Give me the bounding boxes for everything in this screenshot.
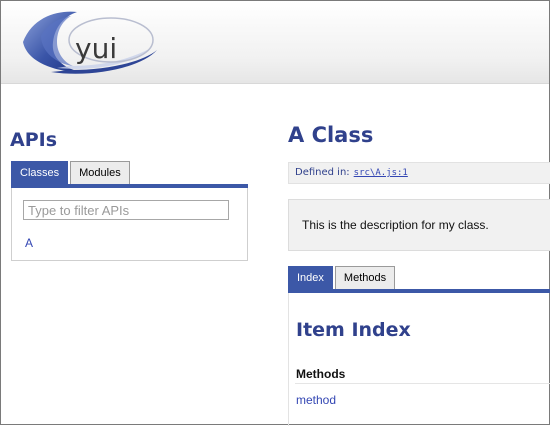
logo-text: yui: [75, 32, 118, 65]
item-index-title: Item Index: [296, 319, 411, 341]
defined-in-box: Defined in: src\A.js:1: [288, 162, 550, 184]
site-header: yui: [1, 1, 549, 84]
tab-methods[interactable]: Methods: [334, 266, 396, 289]
tab-modules[interactable]: Modules: [70, 161, 130, 184]
sidebar-tabs: Classes Modules: [11, 161, 130, 184]
sidebar-panel: A: [11, 188, 248, 261]
method-link[interactable]: method: [296, 393, 336, 407]
defined-in-file-link[interactable]: src\A.js:1: [354, 168, 408, 178]
class-description: This is the description for my class.: [288, 199, 550, 251]
sidebar-title: APIs: [10, 129, 58, 151]
filter-apis-input[interactable]: [23, 200, 229, 220]
tab-index[interactable]: Index: [288, 266, 333, 289]
main-tab-panel: Item Index Methods method: [288, 293, 550, 426]
class-link-a[interactable]: A: [25, 236, 33, 250]
defined-in-label: Defined in:: [295, 167, 350, 178]
page-title: A Class: [288, 123, 374, 147]
methods-divider: [295, 383, 550, 384]
yui-logo[interactable]: yui: [11, 6, 161, 76]
tab-classes[interactable]: Classes: [11, 161, 69, 184]
methods-heading: Methods: [296, 367, 346, 381]
main-tabs: Index Methods: [288, 266, 396, 289]
